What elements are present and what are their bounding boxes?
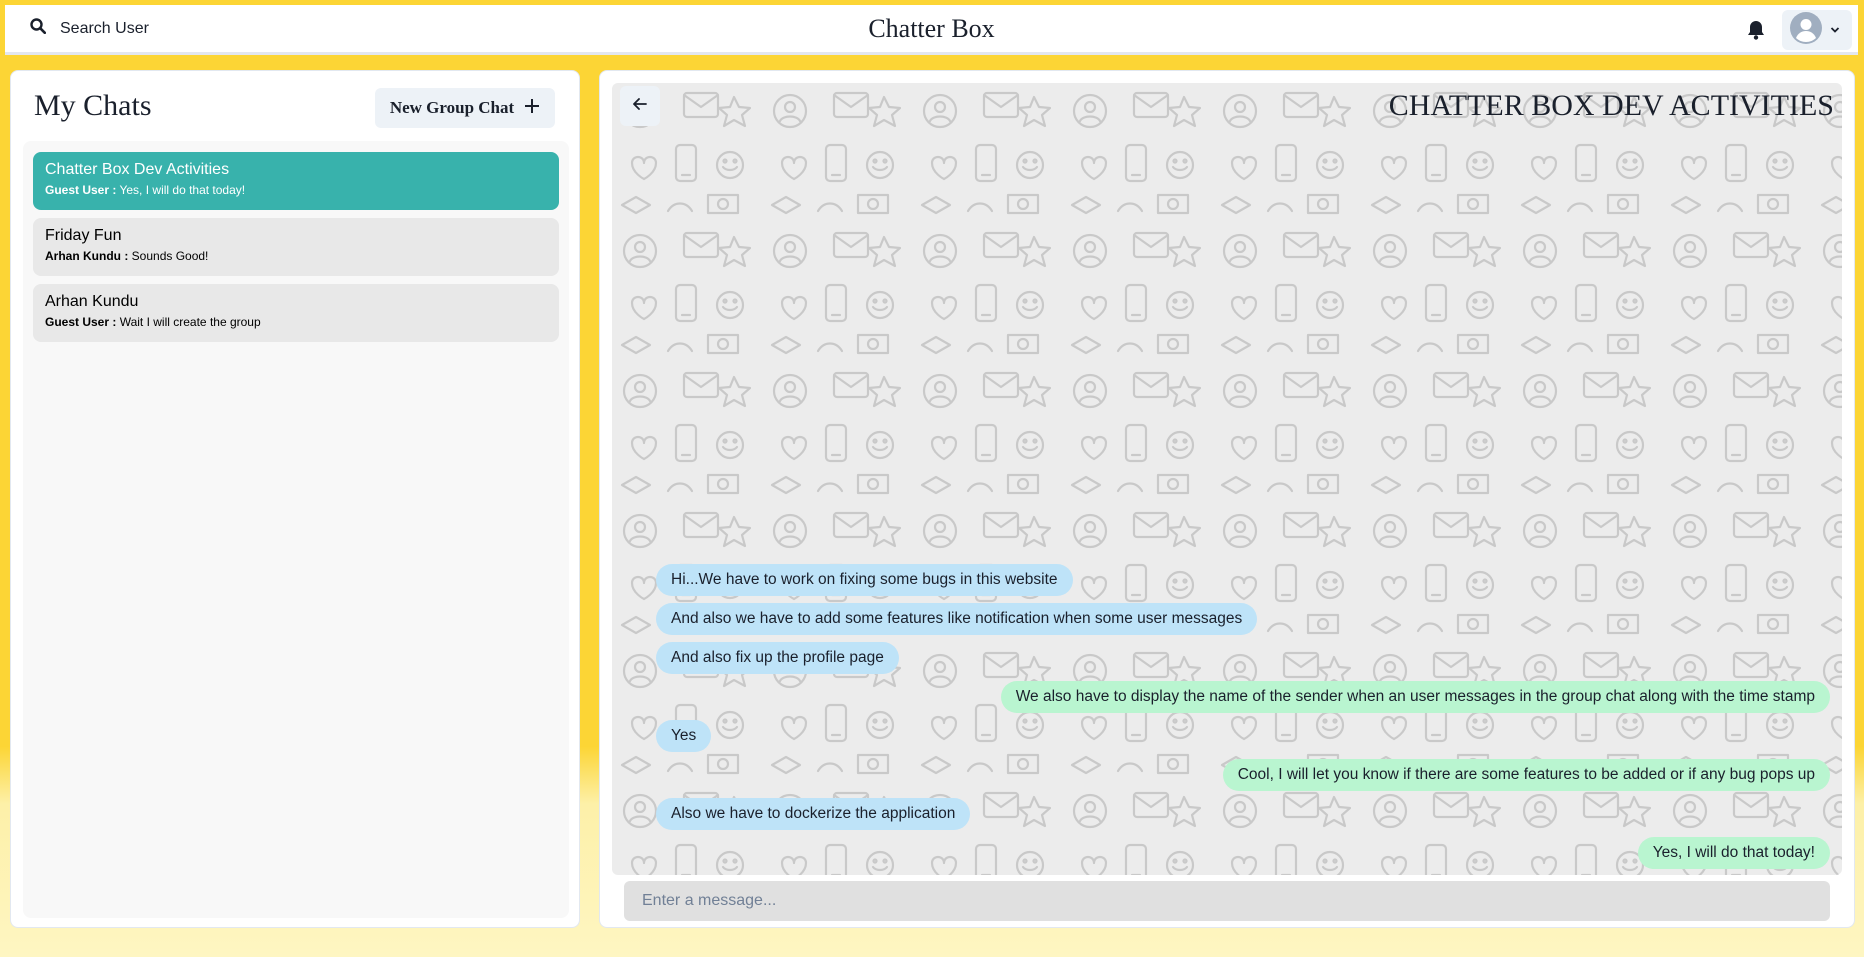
new-group-chat-label: New Group Chat xyxy=(389,98,515,117)
back-button[interactable] xyxy=(620,86,660,126)
chat-latest-sender: Guest User : xyxy=(45,315,117,329)
top-bar: Search User Chatter Box xyxy=(5,5,1858,55)
search-user-label: Search User xyxy=(60,19,149,37)
message-bubble: Hi...We have to work on fixing some bugs… xyxy=(656,564,1073,596)
chat-latest-message: Guest User : Wait I will create the grou… xyxy=(45,315,547,329)
chat-latest-sender: Guest User : xyxy=(45,183,117,197)
message-row: Cool, I will let you know if there are s… xyxy=(656,759,1830,791)
app-title: Chatter Box xyxy=(868,13,995,43)
message-bubble: And also fix up the profile page xyxy=(656,642,899,674)
chat-window: Hi...We have to work on fixing some bugs… xyxy=(599,70,1855,928)
message-bubble: Yes, I will do that today! xyxy=(1637,837,1830,869)
chat-latest-text: Yes, I will do that today! xyxy=(119,183,246,197)
chat-latest-text: Sounds Good! xyxy=(131,249,209,263)
chat-latest-sender: Arhan Kundu : xyxy=(45,249,129,263)
chat-name: Chatter Box Dev Activities xyxy=(45,161,230,178)
chat-list-item[interactable]: Arhan Kundu Guest User : Wait I will cre… xyxy=(33,284,559,342)
chat-name: Friday Fun xyxy=(45,227,122,244)
my-chats-title: My Chats xyxy=(34,89,152,122)
message-row: Also we have to dockerize the applicatio… xyxy=(656,798,1830,830)
chat-latest-text: Wait I will create the group xyxy=(119,315,261,329)
messages-area[interactable]: Hi...We have to work on fixing some bugs… xyxy=(612,83,1842,875)
message-bubble: Also we have to dockerize the applicatio… xyxy=(656,798,971,830)
chat-name: Arhan Kundu xyxy=(45,293,139,310)
chat-list-item[interactable]: Friday Fun Arhan Kundu : Sounds Good! xyxy=(33,218,559,276)
chat-latest-message: Arhan Kundu : Sounds Good! xyxy=(45,249,547,263)
message-bubble: We also have to display the name of the … xyxy=(1000,681,1830,713)
search-icon xyxy=(30,18,47,39)
profile-menu-button[interactable] xyxy=(1782,10,1852,50)
user-avatar-icon xyxy=(1790,11,1822,49)
chat-latest-message: Guest User : Yes, I will do that today! xyxy=(45,183,547,197)
chat-title: CHATTER BOX DEV ACTIVITIES xyxy=(1388,89,1834,122)
message-bubble: Cool, I will let you know if there are s… xyxy=(1222,759,1830,791)
new-group-chat-button[interactable]: New Group Chat xyxy=(375,88,555,128)
arrow-left-icon xyxy=(633,97,647,115)
message-row: Yes xyxy=(656,720,1830,752)
chat-list: Chatter Box Dev Activities Guest User : … xyxy=(23,141,569,918)
bell-icon[interactable] xyxy=(1736,10,1776,50)
chevron-down-icon xyxy=(1830,21,1840,39)
search-user-button[interactable]: Search User xyxy=(30,18,149,39)
message-row: Yes, I will do that today! xyxy=(656,837,1830,869)
message-bubble: And also we have to add some features li… xyxy=(656,603,1258,635)
message-row: And also we have to add some features li… xyxy=(656,603,1830,635)
message-bubble: Yes xyxy=(656,720,712,752)
message-row: Hi...We have to work on fixing some bugs… xyxy=(656,564,1830,596)
plus-icon xyxy=(524,98,540,119)
message-input[interactable] xyxy=(624,881,1830,921)
message-list: Hi...We have to work on fixing some bugs… xyxy=(612,557,1842,869)
chat-list-item[interactable]: Chatter Box Dev Activities Guest User : … xyxy=(33,152,559,210)
my-chats-panel: My Chats New Group Chat Chatter Box Dev … xyxy=(10,70,580,928)
message-row: We also have to display the name of the … xyxy=(656,681,1830,713)
message-row: And also fix up the profile page xyxy=(656,642,1830,674)
